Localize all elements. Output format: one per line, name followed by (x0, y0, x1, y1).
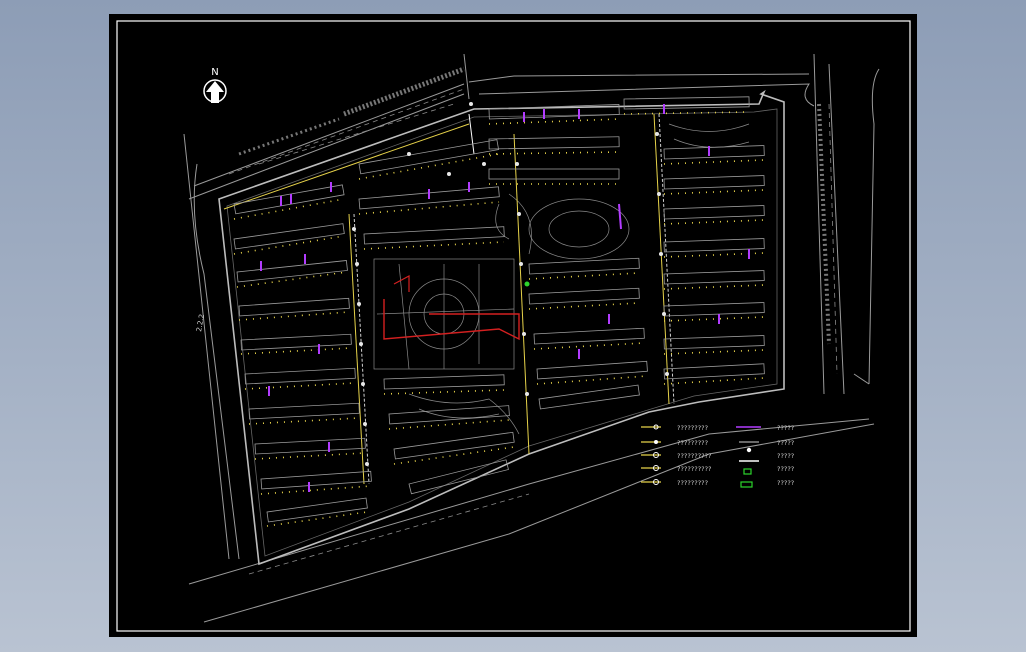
legend-left-label-5: ????????? (677, 479, 708, 487)
legend-right-label-4: ????? (777, 465, 794, 473)
legend-left-label-4: ?????????? (677, 465, 712, 473)
drawing-sheet: N 2.2.2 ????????? ????????? ?????????? ?… (109, 14, 917, 637)
road-dashes (228, 88, 838, 575)
north-label: N (211, 67, 218, 78)
drawing-frame (116, 20, 911, 632)
legend-right-label-1: ????? (777, 424, 794, 432)
legend-right-label-5: ????? (777, 479, 794, 487)
west-block-buildings (233, 184, 372, 527)
legend-right-label-2: ????? (777, 439, 794, 447)
legend-left-label-1: ????????? (677, 424, 708, 432)
middle-block-buildings (358, 139, 515, 495)
north-arrow-icon (203, 79, 227, 103)
legend-left-label-2: ????????? (677, 439, 708, 447)
legend-right-label-3: ????? (777, 452, 794, 460)
site-plan-drawing: N 2.2.2 ????????? ????????? ?????????? ?… (116, 20, 911, 632)
road-lines (183, 53, 880, 623)
green-fixture (524, 281, 530, 287)
legend-left-label-3: ?????????? (677, 452, 712, 460)
north-block-buildings (488, 104, 648, 410)
east-block-buildings (623, 96, 765, 385)
pipe-network (223, 113, 675, 485)
